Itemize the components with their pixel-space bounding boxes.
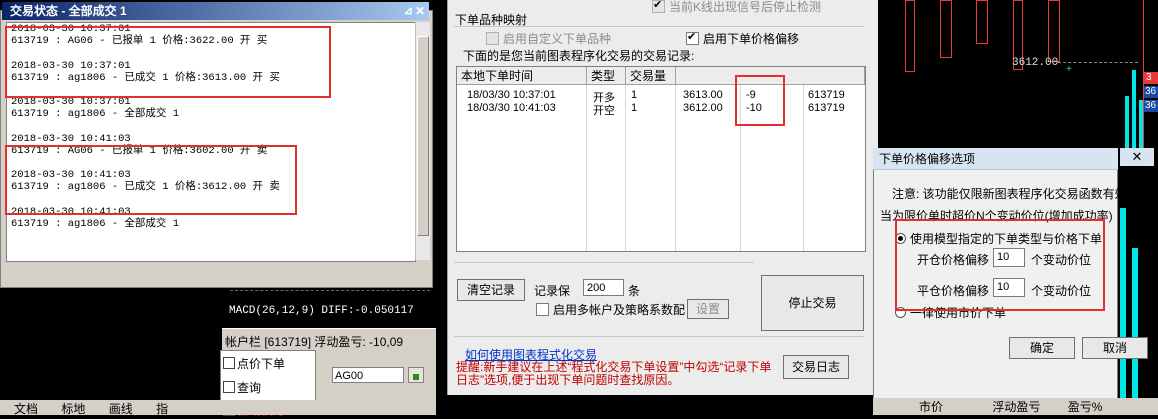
- highlight-box: [5, 26, 331, 98]
- candle: [976, 0, 988, 44]
- cell-account: 613719: [808, 89, 845, 101]
- tab-draw[interactable]: 画线: [109, 402, 133, 416]
- col-header-market[interactable]: 市价: [919, 400, 943, 414]
- log-line: 2018-03-30 10:41:03: [11, 132, 131, 145]
- lock-icon[interactable]: [408, 367, 424, 383]
- position-header-strip: 市价 浮动盈亏 盈亏%: [873, 398, 1158, 415]
- cell-time: 18/03/30 10:41:03: [467, 102, 556, 114]
- account-readout: 帐户栏 [613719] 浮动盈亏: -10,09: [225, 335, 404, 349]
- price-offset-option[interactable]: 启用下单价格偏移: [686, 30, 799, 47]
- clear-records-button[interactable]: 清空记录: [457, 279, 525, 301]
- price-chart: 3 36 36: [878, 0, 1158, 148]
- stop-trading-button[interactable]: 停止交易: [761, 275, 864, 331]
- candle: [905, 0, 915, 72]
- nav-label: 查询: [237, 381, 262, 395]
- multi-account-label: 启用多帐户及策略系数配: [553, 303, 686, 317]
- multi-account-option[interactable]: 启用多帐户及策略系数配: [536, 301, 685, 318]
- trade-log-button[interactable]: 交易日志: [783, 355, 849, 379]
- col-header-time[interactable]: 本地下单时间: [457, 67, 587, 85]
- hint-text: 提醒:新手建议在上述“程式化交易下单设置”中勾选“记录下单日志”选项,便于出现下…: [456, 360, 772, 387]
- stop-check-label: 当前K线出现信号后停止检测: [669, 0, 822, 14]
- log-line: 613719 : ag1806 - 全部成交 1: [11, 108, 180, 121]
- status-window-title: 交易状态 - 全部成交 1: [10, 4, 127, 18]
- cell-qty: 1: [631, 102, 638, 114]
- axis-label: 36: [1144, 100, 1158, 112]
- contract-input[interactable]: AG00: [332, 367, 404, 383]
- candle: [940, 0, 952, 58]
- price-offset-checkbox[interactable]: [686, 30, 699, 45]
- cell-time: 18/03/30 10:37:01: [467, 89, 556, 101]
- bottom-tab-strip: 文档 标地 画线 指: [0, 400, 320, 416]
- macd-readout: MACD(26,12,9) DIFF:-0.050117: [229, 305, 414, 317]
- multi-account-checkbox[interactable]: [536, 303, 549, 316]
- candle: [1048, 0, 1060, 62]
- col-header-qty[interactable]: 交易量: [626, 67, 676, 85]
- setup-button[interactable]: 设置: [687, 299, 729, 319]
- stop-check-checkbox[interactable]: [652, 0, 665, 13]
- crosshair-icon: +: [1066, 64, 1072, 75]
- retain-unit: 条: [628, 284, 641, 298]
- query-icon: [223, 381, 235, 393]
- close-icon[interactable]: ✕: [1120, 148, 1154, 166]
- cell-price: 3612.00: [683, 102, 723, 114]
- nav-item-price-order[interactable]: 点价下单: [223, 355, 285, 372]
- custom-symbol-checkbox[interactable]: [486, 32, 499, 45]
- trade-records-table: 本地下单时间 类型 交易量 18/03/30 10:37:01 开多 1 361…: [456, 66, 866, 252]
- volume-bar: [1132, 248, 1138, 408]
- status-log-scrollbar[interactable]: [415, 22, 430, 260]
- ok-button[interactable]: 确定: [1009, 337, 1075, 359]
- cell-account: 613719: [808, 102, 845, 114]
- nav-label: 点价下单: [237, 357, 286, 371]
- price-offset-label: 启用下单价格偏移: [703, 32, 800, 46]
- records-caption: 下面的是您当前图表程序化交易的交易记录:: [463, 49, 695, 63]
- dialog-title[interactable]: 下单价格偏移选项: [873, 148, 1118, 170]
- col-header-float-pnl[interactable]: 浮动盈亏: [992, 400, 1040, 414]
- stop-check-option[interactable]: 当前K线出现信号后停止检测: [652, 0, 821, 15]
- col-header-pnl-pct[interactable]: 盈亏%: [1068, 400, 1103, 414]
- cell-type: 开空: [593, 105, 615, 117]
- volume-bar: [1125, 96, 1129, 148]
- custom-symbol-option[interactable]: 启用自定义下单品种: [486, 30, 611, 47]
- retain-label: 记录保: [534, 284, 571, 298]
- cell-qty: 1: [631, 89, 638, 101]
- volume-bar: [1120, 208, 1126, 408]
- log-line: 613719 : ag1806 - 全部成交 1: [11, 218, 180, 230]
- cell-price: 3613.00: [683, 89, 723, 101]
- order-icon: [223, 357, 235, 369]
- pin-icon[interactable]: ⊿: [404, 2, 413, 20]
- dialog-note-1: 注意: 该功能仅限新图表程序化交易函数有效: [892, 187, 1127, 201]
- axis-label: 3: [1144, 72, 1158, 84]
- tab-marker[interactable]: 标地: [61, 402, 85, 416]
- highlight-box: [5, 145, 297, 215]
- nav-item-query[interactable]: 查询: [223, 379, 261, 396]
- price-level-label: 3612.00: [1012, 57, 1059, 69]
- retain-count-input[interactable]: 200: [583, 279, 624, 296]
- status-window-titlebar[interactable]: 交易状态 - 全部成交 1 ⊿ ✕: [2, 2, 429, 20]
- tab-indicator[interactable]: 指: [156, 402, 168, 416]
- tab-docs[interactable]: 文档: [14, 402, 38, 416]
- cancel-button[interactable]: 取消: [1082, 337, 1148, 359]
- highlight-box: [735, 75, 785, 126]
- custom-symbol-label: 启用自定义下单品种: [503, 32, 612, 46]
- close-icon[interactable]: ✕: [415, 2, 425, 20]
- col-header-type[interactable]: 类型: [587, 67, 626, 85]
- axis-label: 36: [1144, 86, 1158, 98]
- volume-bar: [1132, 70, 1136, 148]
- highlight-box: [895, 219, 1105, 311]
